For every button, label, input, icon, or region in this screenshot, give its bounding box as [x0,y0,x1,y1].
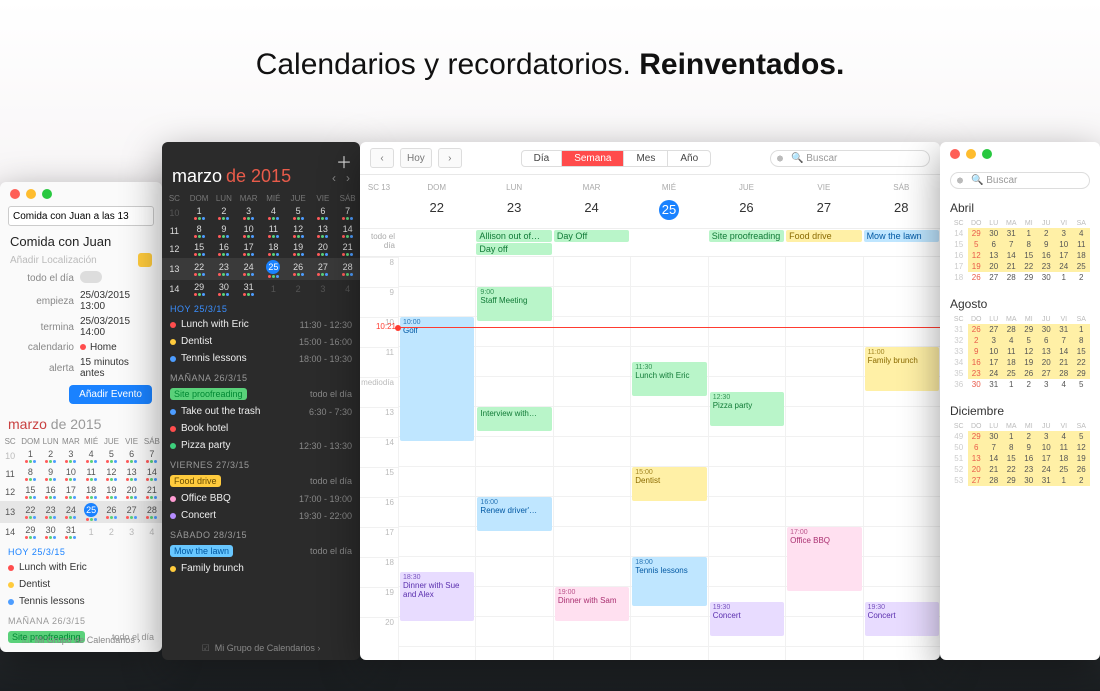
prev-month-icon[interactable]: ‹ [332,171,336,185]
view-mes[interactable]: Mes [624,151,668,166]
list-item[interactable]: Tennis lessons18:00 - 19:30 [162,350,360,367]
next-icon[interactable]: › [438,148,462,168]
view-día[interactable]: Día [522,151,563,166]
list-item[interactable]: Office BBQ17:00 - 19:00 [162,490,360,507]
search-input[interactable]: 🔍 Buscar [770,150,930,167]
view-año[interactable]: Año [668,151,710,166]
agenda-today-header: HOY 25/3/15 [162,298,360,316]
calendar-event[interactable]: 19:00Dinner with Sam [555,587,629,621]
calendar-event[interactable]: 11:30Lunch with Eric [632,362,706,396]
allday-event[interactable]: Site proofreading [709,230,784,242]
current-time-indicator [398,327,940,328]
mini-calendar-dark[interactable]: SCDOMLUNMARMIÉJUEVIESÁB10123456711891011… [162,193,360,298]
allday-event[interactable]: Food drive [786,230,861,242]
list-item[interactable]: Tennis lessons [0,593,162,610]
allday-event[interactable]: Mow the lawn [864,230,939,242]
calendar-value[interactable]: Home [80,342,152,353]
starts-value[interactable]: 25/03/2015 13:00 [80,290,152,312]
year-month-label[interactable]: Diciembre [950,402,1090,422]
quick-entry-window: Comida con Juan Añadir Localización todo… [0,182,162,652]
calendar-chip-icon [138,253,152,267]
week-day-headers: SC 13DOM22LUN23MAR24MIÉ25JUE26VIE27SÁB28 [360,175,940,229]
calendar-event[interactable]: 12:30Pizza party [710,392,784,426]
agenda-tomorrow-header: MAÑANA 26/3/15 [162,367,360,385]
calendar-event[interactable]: 18:00Tennis lessons [632,557,706,606]
traffic-lights[interactable] [0,182,162,206]
event-title: Comida con Juan [0,232,162,251]
agenda-today-header: HOY 25/3/15 [0,541,162,559]
location-placeholder[interactable]: Añadir Localización [10,255,132,266]
calendar-event[interactable]: 10:00Golf [400,317,474,441]
add-icon[interactable]: ＋ [336,149,350,159]
add-event-button[interactable]: Añadir Evento [69,385,152,404]
agenda-tomorrow-header: MAÑANA 26/3/15 [0,610,162,628]
calendar-group-footer[interactable]: ☑︎ Mi Grupo de Calendarios › [0,635,162,646]
next-month-icon[interactable]: › [346,171,350,185]
calendar-event[interactable]: 15:00Dentist [632,467,706,501]
ends-value[interactable]: 25/03/2015 14:00 [80,316,152,338]
calendar-event[interactable]: 18:30Dinner with Sue and Alex [400,572,474,621]
agenda-saturday-header: SÁBADO 28/3/15 [162,524,360,542]
allday-event[interactable]: Day off [476,243,551,255]
hero-text: Calendarios y recordatorios. Reinventado… [0,48,1100,82]
alert-value[interactable]: 15 minutos antes [80,357,152,379]
list-item[interactable]: Concert19:30 - 22:00 [162,507,360,524]
list-item[interactable]: Mow the lawntodo el día [162,542,360,560]
calendar-event[interactable]: Interview with… [477,407,551,431]
mini-calendar[interactable]: SCDOMLUNMARMIÉJUEVIESÁB10123456711891011… [0,436,162,541]
view-segmented-control[interactable]: DíaSemanaMesAño [521,150,712,167]
current-time-label: 10:21 [360,322,396,331]
week-number: SC 13 [360,175,398,228]
mini-month-header: marzo de 2015 [0,412,162,436]
year-pane-window: 🔍 Buscar AbrilSCDOLUMAMIJUVISA1429303112… [940,142,1100,660]
prev-icon[interactable]: ‹ [370,148,394,168]
traffic-lights[interactable] [940,142,1100,166]
calendar-event[interactable]: 11:00Family brunch [865,347,939,391]
list-item[interactable]: Lunch with Eric [0,559,162,576]
quick-add-input[interactable] [8,206,154,226]
search-input[interactable]: 🔍 Buscar [950,172,1090,189]
calendar-event[interactable]: 16:00Renew driver'… [477,497,551,531]
list-item[interactable]: Lunch with Eric11:30 - 12:30 [162,316,360,333]
allday-event[interactable]: Day Off [554,230,629,242]
calendar-event[interactable]: 9:00Staff Meeting [477,287,551,321]
year-month-label[interactable]: Abril [950,199,1090,219]
allday-row: todo el díaAllison out of…Day offDay Off… [360,229,940,257]
year-month-label[interactable]: Agosto [950,295,1090,315]
calendar-group-footer[interactable]: ☑︎ Mi Grupo de Calendarios › [162,643,360,654]
list-item[interactable]: Book hotel [162,420,360,437]
list-item[interactable]: Site proofreadingtodo el día [162,385,360,403]
allday-event[interactable]: Allison out of… [476,230,551,242]
agenda-friday-header: VIERNES 27/3/15 [162,454,360,472]
week-grid[interactable]: 891011mediodía1314151617181920 10:00Golf… [360,257,940,660]
list-item[interactable]: Pizza party12:30 - 13:30 [162,437,360,454]
allday-toggle[interactable] [80,271,102,283]
list-item[interactable]: Family brunch [162,560,360,577]
calendar-event[interactable]: 19:30Concert [865,602,939,636]
week-calendar-window: ‹ Hoy › DíaSemanaMesAño 🔍 Buscar SC 13DO… [360,142,940,660]
today-button[interactable]: Hoy [400,148,432,168]
agenda-dark-window: ＋ marzode 2015‹› SCDOMLUNMARMIÉJUEVIESÁB… [162,142,360,660]
list-item[interactable]: Dentist [0,576,162,593]
calendar-event[interactable]: 19:30Concert [710,602,784,636]
list-item[interactable]: Food drivetodo el día [162,472,360,490]
list-item[interactable]: Take out the trash6:30 - 7:30 [162,403,360,420]
list-item[interactable]: Dentist15:00 - 16:00 [162,333,360,350]
view-semana[interactable]: Semana [562,151,624,166]
calendar-event[interactable]: 17:00Office BBQ [787,527,861,591]
